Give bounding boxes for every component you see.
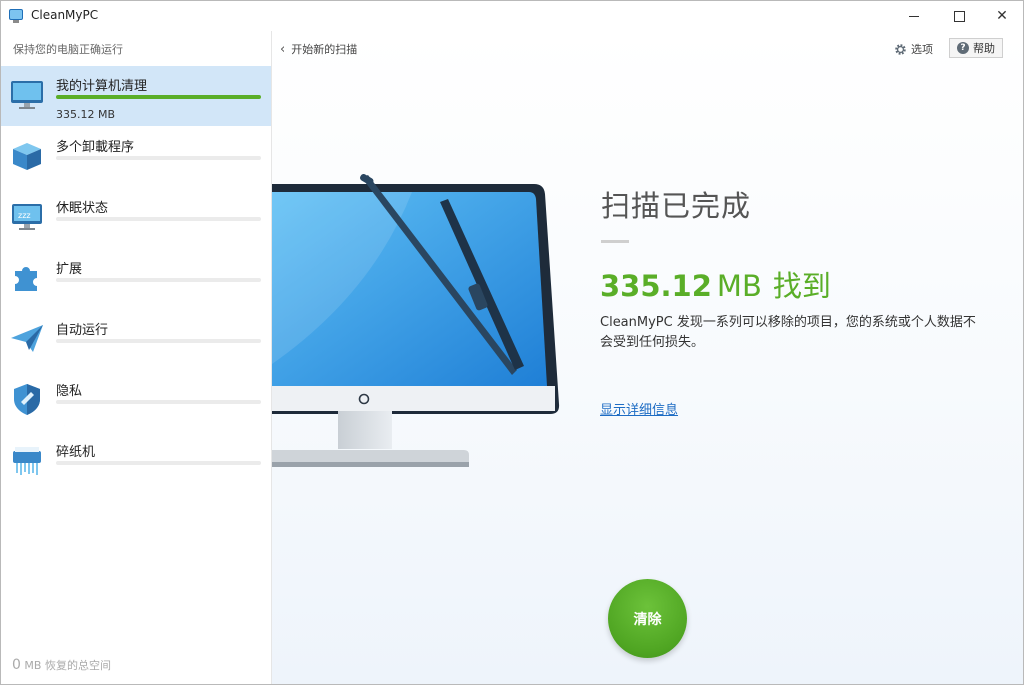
puzzle-icon: [15, 267, 37, 291]
new-scan-label: 开始新的扫描: [291, 43, 358, 56]
maximize-icon: [953, 10, 965, 22]
result-description: CleanMyPC 发现一系列可以移除的项目，您的系统或个人数据不会受到任何损失…: [600, 315, 976, 350]
new-scan-link[interactable]: ‹ 开始新的扫描: [280, 41, 357, 57]
progress-bar: [56, 400, 261, 404]
clean-button[interactable]: 清除: [608, 579, 687, 658]
progress-bar: [56, 156, 261, 160]
paper-plane-icon: [11, 325, 43, 352]
progress-bar: [56, 461, 261, 465]
options-button[interactable]: 选项: [894, 41, 933, 57]
monitor-illustration: [272, 174, 560, 467]
sidebar-item-shredder[interactable]: 碎纸机: [1, 432, 271, 492]
sidebar-item-size: 335.12 MB: [56, 108, 116, 121]
shield-icon: [14, 384, 40, 415]
sidebar-item-label: 自动运行: [56, 323, 109, 338]
sidebar-item-label: 休眠状态: [56, 201, 109, 216]
shredder-icon: [13, 447, 41, 475]
app-logo-icon: [9, 9, 23, 23]
recovered-amount: 0: [12, 657, 21, 673]
found-amount: 335.12: [600, 269, 712, 303]
sidebar-item-privacy[interactable]: 隐私: [1, 371, 271, 431]
minimize-button[interactable]: [891, 1, 937, 31]
sidebar-item-uninstaller[interactable]: 多个卸載程序: [1, 127, 271, 187]
found-size: 335.12 MB 找到: [600, 263, 831, 305]
sidebar-item-autorun[interactable]: 自动运行: [1, 310, 271, 370]
found-unit: MB: [716, 269, 762, 303]
progress-bar: [56, 95, 261, 99]
options-label: 选项: [911, 43, 933, 56]
progress-bar: [56, 339, 261, 343]
chevron-left-icon: ‹: [280, 41, 286, 57]
title-divider: [601, 240, 629, 243]
box-icon: [13, 143, 41, 170]
window-title: CleanMyPC: [31, 8, 99, 22]
help-button[interactable]: ? 帮助: [949, 38, 1003, 58]
sidebar-item-hibernation[interactable]: zzz 休眠状态: [1, 188, 271, 248]
recovered-space-summary: 0 MB 恢复的总空间: [12, 657, 111, 673]
progress-bar: [56, 217, 261, 221]
sidebar: 保持您的电脑正确运行 我的计算机清理 335.12 MB 多个卸載程序 zzz …: [1, 31, 272, 684]
sidebar-item-computer-clean[interactable]: 我的计算机清理 335.12 MB: [1, 66, 271, 126]
sidebar-item-label: 我的计算机清理: [56, 79, 148, 94]
sidebar-item-label: 碎纸机: [56, 445, 96, 460]
title-bar: CleanMyPC ✕: [1, 1, 1023, 31]
progress-bar: [56, 278, 261, 282]
gear-icon: [895, 43, 906, 55]
minimize-icon: [909, 15, 919, 17]
show-details-link[interactable]: 显示详细信息: [600, 399, 678, 418]
help-icon: ?: [957, 42, 969, 54]
sidebar-item-extensions[interactable]: 扩展: [1, 249, 271, 309]
sidebar-item-label: 多个卸載程序: [56, 140, 135, 155]
sidebar-item-label: 扩展: [56, 262, 83, 277]
sidebar-tagline: 保持您的电脑正确运行: [13, 43, 123, 56]
close-icon: ✕: [996, 8, 1008, 24]
maximize-button[interactable]: [936, 1, 982, 31]
progress-bar-fill: [56, 95, 261, 99]
sidebar-item-label: 隐私: [56, 384, 83, 399]
recovered-unit: MB 恢复的总空间: [24, 659, 111, 672]
app-window: CleanMyPC ✕ 保持您的电脑正确运行 我的计算机清理 335.12 MB: [0, 0, 1024, 685]
monitor-icon: [11, 81, 43, 109]
found-text: 找到: [772, 269, 831, 303]
svg-text:zzz: zzz: [18, 211, 31, 220]
close-button[interactable]: ✕: [979, 1, 1023, 31]
main-panel: ‹ 开始新的扫描 选项 ? 帮助 扫描已完成 335.12 MB 找到 Clea…: [272, 31, 1023, 684]
sleep-monitor-icon: zzz: [12, 204, 42, 230]
scan-complete-title: 扫描已完成: [601, 189, 752, 223]
help-label: 帮助: [973, 42, 995, 55]
